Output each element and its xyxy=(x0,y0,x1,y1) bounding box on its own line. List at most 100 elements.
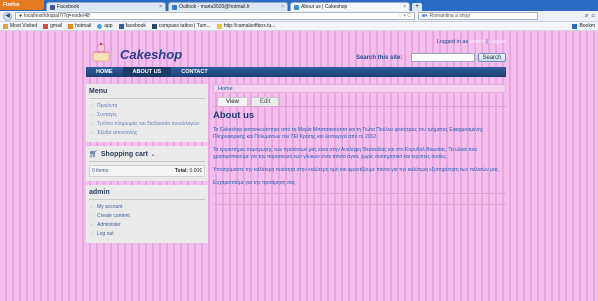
admin-item-create-content[interactable]: Create content xyxy=(89,212,205,221)
bookmark-label: gmail xyxy=(50,23,63,29)
cart-total: Total: 0.00€ xyxy=(175,168,202,174)
user-links: Logged in as admin | Logout xyxy=(437,39,506,45)
bookmark-label: hotmail xyxy=(75,23,92,29)
gmail-icon xyxy=(43,23,49,29)
sidebar: Menu Προϊόντα Συνταγές Τρόποι πληρωμής κ… xyxy=(86,84,208,247)
logout-link[interactable]: Logout xyxy=(489,39,506,45)
url-text: localhost/drupal7/?q=node/48 xyxy=(24,13,90,19)
nav-home[interactable]: HOME xyxy=(86,69,123,75)
username-link[interactable]: admin xyxy=(470,39,485,45)
bookmark-tumblr[interactable]: compass tattoo | Tum... xyxy=(151,23,211,29)
menu-item-products[interactable]: Προϊόντα xyxy=(89,102,205,111)
admin-item-my-account[interactable]: My account xyxy=(89,203,205,212)
menu-item-payment[interactable]: Τρόποι πληρωμής και διαδικασία συναλλαγώ… xyxy=(89,120,205,129)
bookmarks-toolbar: Most Visited gmail hotmail app facebook … xyxy=(0,22,598,31)
cart-toggle-icon[interactable]: ▲ xyxy=(151,152,155,157)
browser-nav-bar: ◀ ● localhost/drupal7/?q=node/48 ☆ ▾ C ■… xyxy=(0,11,598,22)
cart-total-label: Total: xyxy=(174,168,189,174)
cart-items-count[interactable]: 0 items xyxy=(92,168,108,174)
tab-label: About us | Cakeshop xyxy=(301,4,348,10)
drupal-icon xyxy=(294,4,299,10)
bookmark-label: Most Visited xyxy=(10,23,38,29)
new-tab-button[interactable]: + xyxy=(412,3,422,11)
menu-block: Menu Προϊόντα Συνταγές Τρόποι πληρωμής κ… xyxy=(86,84,208,142)
star-folder-icon xyxy=(3,23,8,29)
app-icon xyxy=(97,23,103,29)
firefox-menu-button[interactable]: Firefox xyxy=(0,0,44,10)
search-engine-icon: ■▾ xyxy=(422,13,428,19)
tab-view[interactable]: View xyxy=(217,97,248,106)
main-content: Home View Edit About us Το Cakeshop κατα… xyxy=(213,84,506,205)
paragraph: Το Cakeshop κατασκευάστηκε από τη Μαρία … xyxy=(213,127,484,140)
bookmark-star-icon[interactable]: ☆ ▾ C xyxy=(398,13,411,19)
bookmark-app[interactable]: app xyxy=(97,23,113,29)
back-arrow-icon[interactable]: ◀ xyxy=(3,11,12,21)
close-tab-icon[interactable]: × xyxy=(281,4,284,10)
search-button[interactable]: Search xyxy=(478,53,506,62)
magnifier-icon[interactable]: ⌕ xyxy=(585,13,588,20)
bookmark-label: compass tattoo | Tum... xyxy=(158,23,211,29)
admin-title: admin xyxy=(89,187,205,200)
tab-label: Facebook xyxy=(57,4,79,10)
close-tab-icon[interactable]: × xyxy=(403,4,406,10)
cart-title: Shopping cart xyxy=(100,150,148,158)
page-tabs: View Edit xyxy=(213,97,506,107)
separator: | xyxy=(486,39,488,45)
bookmark-most-visited[interactable]: Most Visited xyxy=(3,23,37,29)
divider xyxy=(213,204,506,205)
close-tab-icon[interactable]: × xyxy=(159,4,162,10)
breadcrumb-home-link[interactable]: Home xyxy=(218,86,233,92)
site-header: Cakeshop Logged in as admin | Logout Sea… xyxy=(86,34,506,66)
browser-search-box[interactable]: ■▾ Romantina a shop xyxy=(418,12,538,20)
browser-tab-facebook[interactable]: Facebook × xyxy=(46,2,166,11)
paragraph: Τα εργαστήρια παραγωγής των προϊόντων μα… xyxy=(213,147,478,160)
browser-tab-cakeshop[interactable]: About us | Cakeshop × xyxy=(290,2,410,11)
bookmark-label: Bookm xyxy=(579,23,595,29)
bookmarks-menu[interactable]: Bookm xyxy=(572,23,595,29)
facebook-icon xyxy=(118,23,124,29)
search-input[interactable] xyxy=(411,53,475,62)
bookmark-hotmail[interactable]: hotmail xyxy=(68,23,91,29)
admin-item-log-out[interactable]: Log out xyxy=(89,230,205,239)
url-bar[interactable]: ● localhost/drupal7/?q=node/48 ☆ ▾ C xyxy=(15,12,415,20)
bookmark-label: app xyxy=(104,23,113,29)
bookmark-facebook[interactable]: facebook xyxy=(118,23,146,29)
cake-logo-icon xyxy=(92,42,110,62)
bookmark-label: facebook xyxy=(125,23,146,29)
tumblr-icon xyxy=(151,23,157,29)
paragraph: Ευχαριστούμε για την προτίμηση σας. xyxy=(213,180,297,186)
home-icon[interactable]: ⌂ xyxy=(591,13,595,19)
paragraph: Υποσχόμαστε την καλύτερη ποιότητα στην κ… xyxy=(213,167,500,173)
shopping-cart-block: 🛒︎ Shopping cart ▲ 0 items Total: 0.00€ xyxy=(86,146,208,181)
bookmarks-icon xyxy=(572,23,578,29)
primary-nav: HOME ABOUT US CONTACT xyxy=(86,67,506,77)
nav-contact[interactable]: CONTACT xyxy=(171,69,217,75)
facebook-icon xyxy=(50,4,55,10)
hotmail-icon xyxy=(68,23,74,29)
bookmark-label: http://camalsoftbox.tu... xyxy=(223,23,276,29)
globe-icon: ● xyxy=(19,13,23,19)
logged-in-text: Logged in as xyxy=(436,39,469,45)
tab-label: Outlook - maria3520@hotmail.fr xyxy=(179,4,250,10)
browser-tab-bar: Firefox Facebook × Outlook - maria3520@h… xyxy=(0,0,598,11)
folder-icon xyxy=(216,23,222,29)
cart-summary: 0 items Total: 0.00€ xyxy=(89,165,205,177)
bookmark-camal[interactable]: http://camalsoftbox.tu... xyxy=(216,23,276,29)
nav-about-us[interactable]: ABOUT US xyxy=(122,67,172,77)
menu-title: Menu xyxy=(89,86,205,99)
divider xyxy=(213,193,506,194)
admin-block: admin My account Create content Administ… xyxy=(86,185,208,243)
breadcrumb: Home xyxy=(213,84,506,93)
cart-icon: 🛒︎ xyxy=(89,151,98,158)
search-label: Search this site: xyxy=(356,55,403,61)
admin-item-administer[interactable]: Administer xyxy=(89,221,205,230)
page-title: About us xyxy=(213,110,255,121)
bookmark-gmail[interactable]: gmail xyxy=(43,23,62,29)
browser-tab-outlook[interactable]: Outlook - maria3520@hotmail.fr × xyxy=(168,2,288,11)
menu-item-shipping[interactable]: Έξοδα αποστολής xyxy=(89,129,205,138)
cart-title-row: 🛒︎ Shopping cart ▲ xyxy=(89,148,205,162)
search-box-value: Romantina a shop xyxy=(429,13,471,19)
tab-edit[interactable]: Edit xyxy=(250,97,280,106)
site-name[interactable]: Cakeshop xyxy=(120,47,182,62)
menu-item-recipes[interactable]: Συνταγές xyxy=(89,111,205,120)
